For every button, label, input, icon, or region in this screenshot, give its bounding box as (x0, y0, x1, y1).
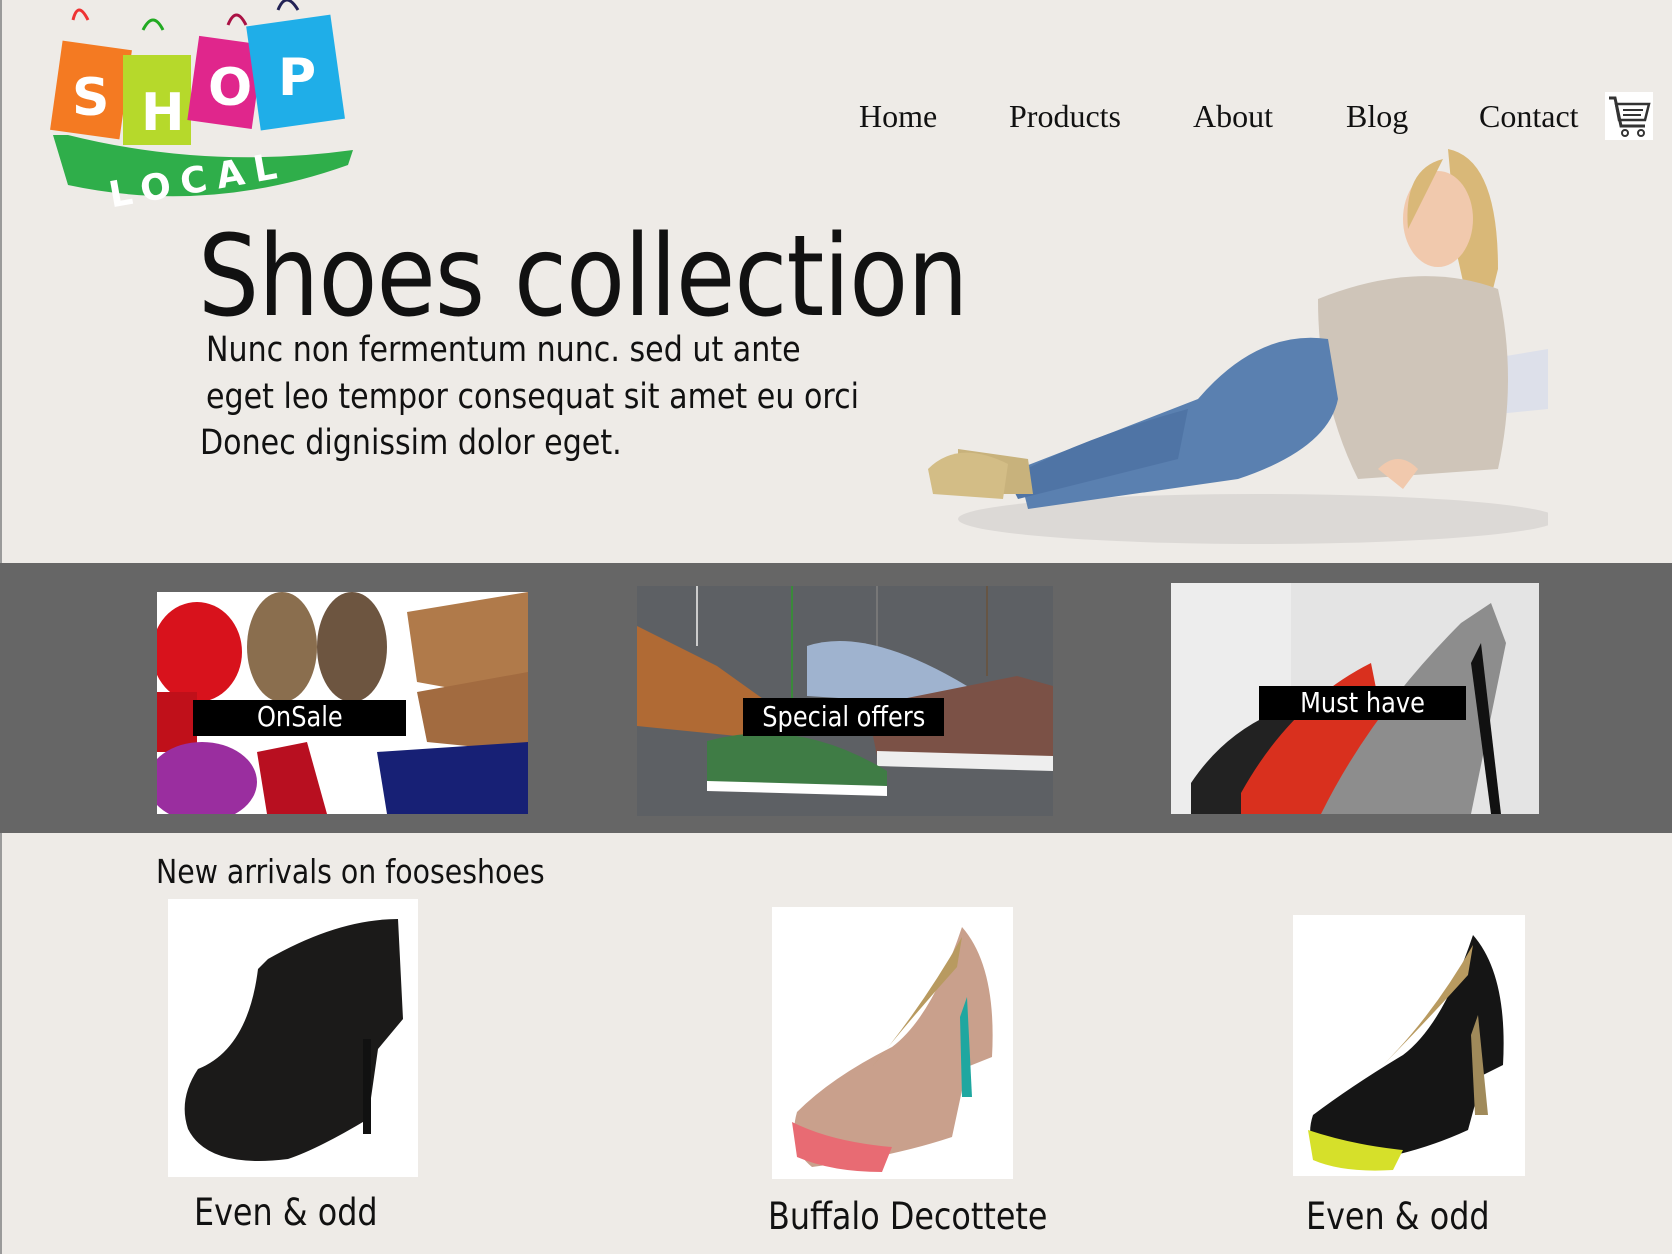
product-name-2[interactable]: Buffalo Decottete (768, 1195, 1047, 1238)
onsale-label[interactable]: OnSale (193, 700, 406, 736)
category-card-must-have[interactable]: Must have (1171, 583, 1539, 814)
nav-about[interactable]: About (1193, 98, 1273, 135)
hero-text-line-2: eget leo tempor consequat sit amet eu or… (206, 377, 860, 417)
category-card-onsale[interactable]: OnSale (157, 592, 528, 814)
nav-products[interactable]: Products (1009, 98, 1121, 135)
category-card-special-offers[interactable]: Special offers (637, 586, 1053, 816)
special-offers-label[interactable]: Special offers (743, 698, 944, 736)
svg-text:P: P (278, 48, 316, 108)
nav-blog[interactable]: Blog (1346, 98, 1408, 135)
product-image-3[interactable] (1293, 915, 1525, 1176)
shopping-cart-icon[interactable] (1605, 92, 1653, 140)
hero-text-line-1: Nunc non fermentum nunc. sed ut ante (206, 330, 801, 370)
shop-local-logo[interactable]: S H O P LOCAL (48, 0, 380, 216)
nav-contact[interactable]: Contact (1479, 98, 1579, 135)
product-image-1[interactable] (168, 899, 418, 1177)
new-arrivals-heading: New arrivals on fooseshoes (156, 852, 545, 891)
hero-text-line-3: Donec dignissim dolor eget. (200, 423, 622, 463)
product-image-2[interactable] (772, 907, 1013, 1179)
svg-text:H: H (141, 83, 185, 143)
hero-title: Shoes collection (198, 212, 968, 342)
must-have-label[interactable]: Must have (1259, 686, 1466, 720)
hero-model-image (858, 149, 1558, 559)
product-name-3[interactable]: Even & odd (1306, 1195, 1490, 1238)
svg-text:O: O (208, 58, 252, 118)
svg-text:S: S (72, 68, 109, 128)
product-name-1[interactable]: Even & odd (194, 1191, 378, 1234)
nav-home[interactable]: Home (859, 98, 937, 135)
